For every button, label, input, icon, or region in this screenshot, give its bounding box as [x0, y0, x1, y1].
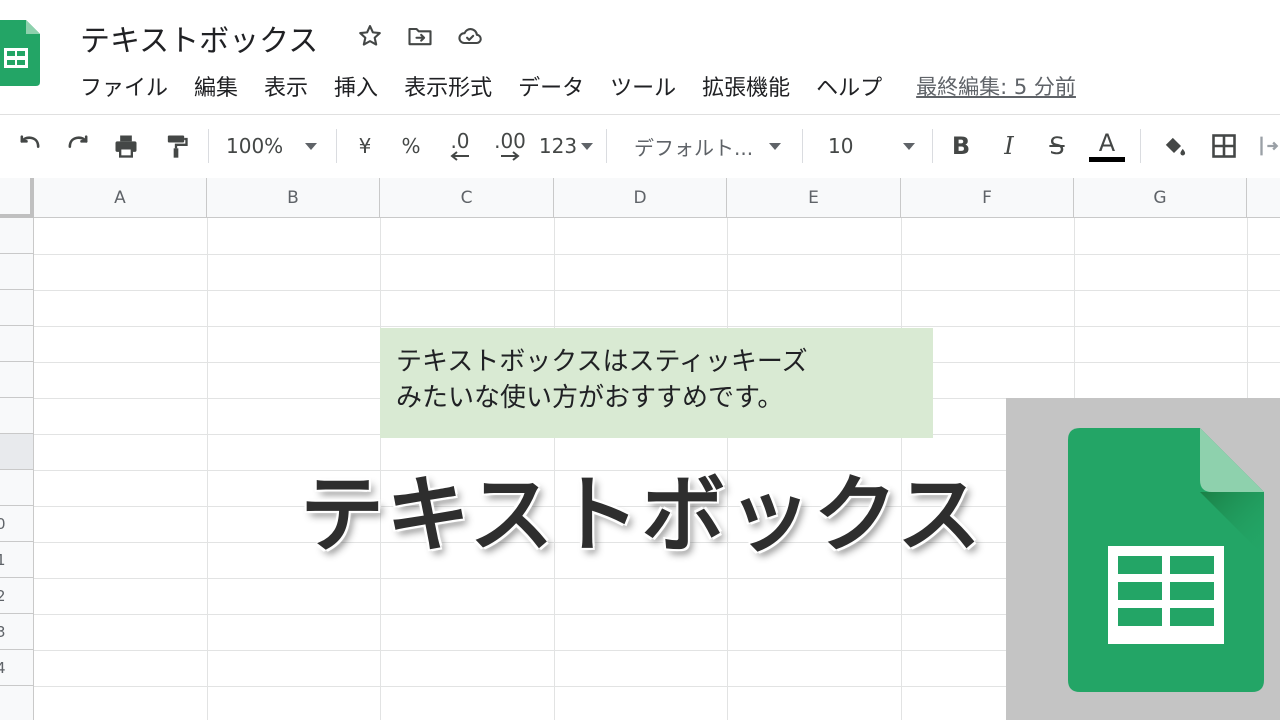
chevron-down-icon: [581, 142, 594, 150]
redo-icon[interactable]: [60, 129, 96, 163]
last-edit-link[interactable]: 最終編集: 5 分前: [916, 71, 1076, 101]
text-color-swatch: [1089, 156, 1125, 162]
toolbar: 100% ¥ % .0 .00 123 デフォルト... 10 B I S A: [0, 114, 1280, 176]
row-header[interactable]: [0, 218, 34, 254]
number-format-select[interactable]: 123: [538, 129, 594, 163]
column-header-f[interactable]: F: [901, 178, 1074, 218]
star-icon[interactable]: [356, 22, 384, 50]
font-family-select[interactable]: デフォルト...: [634, 129, 790, 163]
sheets-logo-icon: [1068, 428, 1264, 692]
row-header[interactable]: [0, 362, 34, 398]
row-header[interactable]: 4: [0, 650, 34, 686]
row-header[interactable]: [0, 254, 34, 290]
column-header-g[interactable]: G: [1074, 178, 1247, 218]
menu-help[interactable]: ヘルプ: [816, 70, 882, 102]
chevron-down-icon: [769, 142, 782, 150]
paint-format-icon[interactable]: [158, 129, 194, 163]
text-color-button[interactable]: A: [1088, 129, 1126, 163]
row-header[interactable]: [0, 686, 34, 720]
column-header-c[interactable]: C: [380, 178, 554, 218]
percent-button[interactable]: %: [396, 129, 426, 163]
document-title[interactable]: テキストボックス: [80, 16, 318, 60]
row-header[interactable]: 1: [0, 542, 34, 578]
row-header[interactable]: [0, 326, 34, 362]
row-header[interactable]: 0: [0, 506, 34, 542]
menu-format[interactable]: 表示形式: [404, 70, 492, 102]
fill-color-icon[interactable]: [1156, 129, 1192, 163]
row-header[interactable]: [0, 434, 34, 470]
arrow-right-icon: [501, 151, 520, 161]
borders-icon[interactable]: [1206, 129, 1242, 163]
menu-view[interactable]: 表示: [264, 70, 308, 102]
move-to-folder-icon[interactable]: [406, 22, 434, 50]
column-header-h[interactable]: [1247, 178, 1280, 218]
increase-decimal-button[interactable]: .00: [488, 129, 532, 163]
print-icon[interactable]: [108, 129, 144, 163]
overlay-title: テキストボックス: [300, 466, 983, 564]
sheets-logo-icon[interactable]: [0, 20, 40, 86]
zoom-select[interactable]: 100%: [226, 129, 326, 163]
chevron-down-icon: [305, 142, 318, 150]
menu-file[interactable]: ファイル: [80, 70, 168, 102]
italic-button[interactable]: I: [992, 129, 1026, 163]
zoom-value: 100%: [226, 134, 284, 158]
menu-extensions[interactable]: 拡張機能: [702, 70, 790, 102]
row-header[interactable]: [0, 290, 34, 326]
menu-insert[interactable]: 挿入: [334, 70, 378, 102]
text-box-line-2: みたいな使い方がおすすめです。: [396, 383, 784, 413]
row-header[interactable]: 2: [0, 578, 34, 614]
bold-button[interactable]: B: [944, 129, 978, 163]
menu-data[interactable]: データ: [518, 70, 584, 102]
menu-tools[interactable]: ツール: [610, 70, 676, 102]
decrease-decimal-button[interactable]: .0: [440, 129, 480, 163]
column-header-b[interactable]: B: [207, 178, 380, 218]
merge-cells-icon[interactable]: [1258, 129, 1280, 163]
column-header-e[interactable]: E: [727, 178, 901, 218]
menu-edit[interactable]: 編集: [194, 70, 238, 102]
text-box[interactable]: テキストボックスはスティッキーズ みたいな使い方がおすすめです。: [380, 328, 933, 438]
menu-bar: ファイル 編集 表示 挿入 表示形式 データ ツール 拡張機能 ヘルプ 最終編集…: [80, 70, 1076, 102]
cloud-saved-icon[interactable]: [456, 22, 484, 50]
font-size-select[interactable]: 10: [828, 129, 920, 163]
column-header-d[interactable]: D: [554, 178, 727, 218]
select-all-corner[interactable]: [0, 178, 34, 218]
undo-icon[interactable]: [12, 129, 48, 163]
currency-button[interactable]: ¥: [350, 129, 380, 163]
row-header[interactable]: 3: [0, 614, 34, 650]
strikethrough-button[interactable]: S: [1040, 129, 1074, 163]
row-header[interactable]: [0, 470, 34, 506]
chevron-down-icon: [903, 142, 916, 150]
column-header-a[interactable]: A: [34, 178, 207, 218]
row-header[interactable]: [0, 398, 34, 434]
arrow-left-icon: [450, 151, 469, 161]
text-box-line-1: テキストボックスはスティッキーズ: [396, 347, 808, 377]
